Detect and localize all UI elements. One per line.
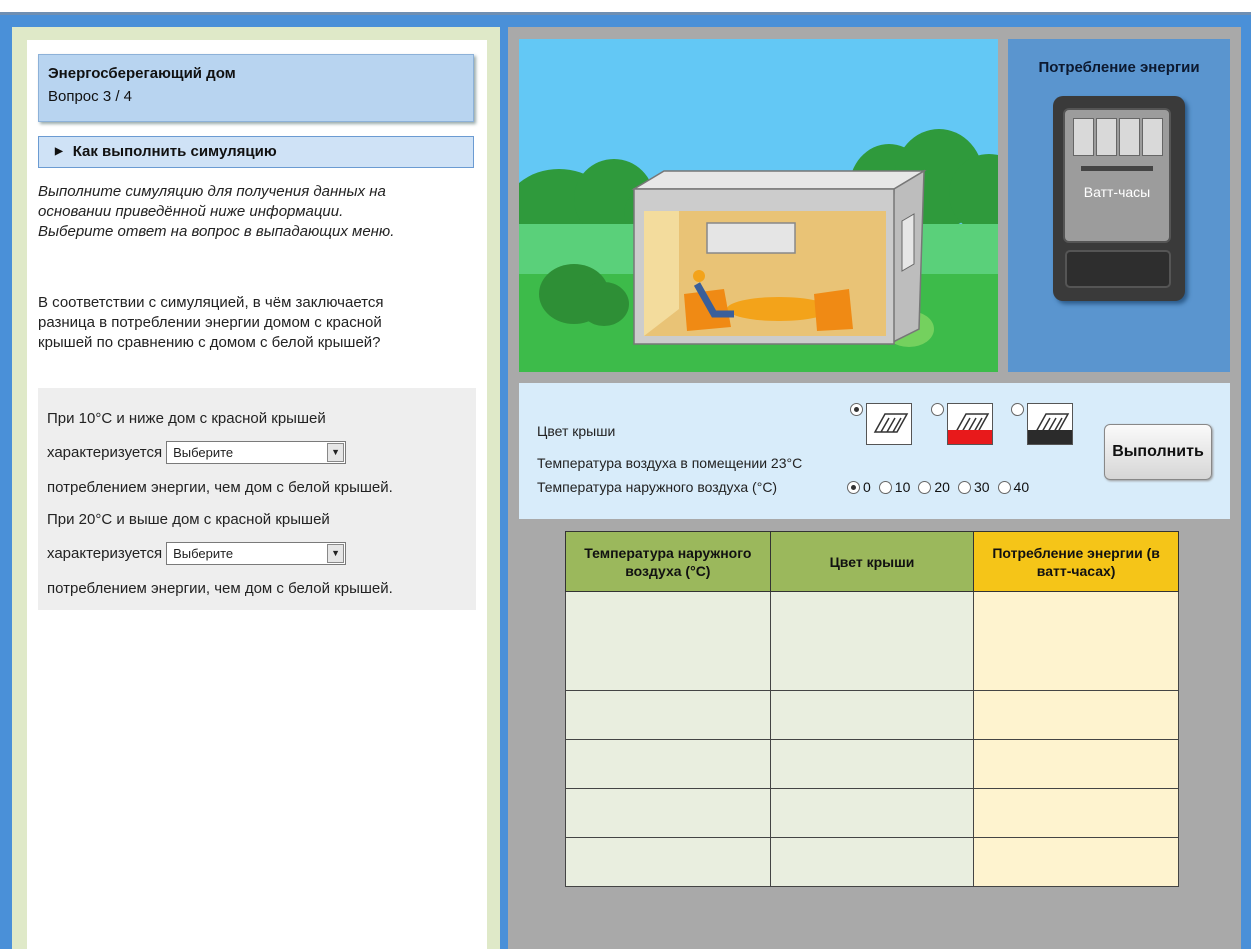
table-cell bbox=[769, 739, 975, 789]
instructions-line: Выполните симуляцию для получения данных… bbox=[38, 183, 386, 200]
table-cell bbox=[973, 788, 1179, 838]
answer-select-2[interactable]: Выберите ▼ bbox=[166, 542, 347, 565]
meter-bar bbox=[1081, 166, 1153, 171]
table-cell bbox=[769, 837, 975, 887]
temp-option-label: 40 bbox=[1013, 479, 1030, 495]
col-header-roof-color: Цвет крыши bbox=[769, 531, 975, 592]
table-row bbox=[565, 591, 1179, 691]
dropdown-arrow-icon[interactable]: ▼ bbox=[327, 443, 345, 462]
table-row bbox=[565, 788, 1179, 838]
simulation-controls: Цвет крыши Температура воздуха в помещен… bbox=[519, 383, 1230, 519]
temp-option-label: 20 bbox=[934, 479, 950, 495]
table-cell bbox=[565, 591, 771, 691]
table-header-row: Температура наружного воздуха (°C) Цвет … bbox=[565, 531, 1179, 592]
meter-digit bbox=[1073, 118, 1094, 156]
roof-option-white[interactable] bbox=[850, 403, 912, 445]
dropdown-arrow-icon[interactable]: ▼ bbox=[327, 544, 345, 563]
how-to-label: Как выполнить симуляцию bbox=[72, 143, 277, 160]
col-header-outdoor-temp: Температура наружного воздуха (°C) bbox=[565, 531, 771, 592]
meter-button bbox=[1065, 250, 1171, 288]
col-header-energy: Потребление энергии (в ватт-часах) bbox=[973, 531, 1179, 592]
table-cell bbox=[973, 690, 1179, 740]
table-cell bbox=[565, 788, 771, 838]
white-roof-icon[interactable] bbox=[866, 403, 912, 445]
answer-line: При 20°C и выше дом с красной крышей bbox=[47, 510, 330, 528]
table-row bbox=[565, 837, 1179, 887]
roof-color-label: Цвет крыши bbox=[537, 423, 616, 439]
instructions: Выполните симуляцию для получения данных… bbox=[38, 182, 474, 242]
answer-line: потреблением энергии, чем дом с белой кр… bbox=[47, 579, 393, 597]
table-cell bbox=[973, 739, 1179, 789]
answer-select-1[interactable]: Выберите ▼ bbox=[166, 441, 347, 464]
temp-option-label: 0 bbox=[863, 479, 871, 495]
roof-option-red[interactable] bbox=[931, 403, 993, 445]
roof-radio-black[interactable] bbox=[1011, 403, 1024, 416]
roof-option-black[interactable] bbox=[1011, 403, 1073, 445]
roof-radio-white[interactable] bbox=[850, 403, 863, 416]
instructions-line: основании приведённой ниже информации. bbox=[38, 203, 344, 220]
answer-text: характеризуется bbox=[47, 444, 163, 461]
question-line: крышей по сравнению с домом с белой крыш… bbox=[38, 334, 381, 351]
roof-sketch-icon bbox=[873, 413, 909, 433]
answer-box: При 10°C и ниже дом с красной крышей хар… bbox=[38, 388, 476, 610]
answer-text: характеризуется bbox=[47, 545, 163, 562]
red-roof-band bbox=[948, 430, 992, 444]
table-cell bbox=[769, 591, 975, 691]
temp-option-label: 10 bbox=[894, 479, 911, 495]
outdoor-temp-label: Температура наружного воздуха (°C) bbox=[537, 479, 778, 495]
select-value: Выберите bbox=[173, 546, 234, 561]
watt-hour-meter: Ватт-часы bbox=[1053, 96, 1185, 301]
select-value: Выберите bbox=[173, 445, 234, 460]
run-simulation-button[interactable]: Выполнить bbox=[1104, 424, 1212, 480]
question-line: В соответствии с симуляцией, в чём заклю… bbox=[38, 294, 384, 311]
table-cell bbox=[973, 591, 1179, 691]
temp-option-label: 30 bbox=[973, 479, 990, 495]
meter-digits bbox=[1073, 118, 1163, 156]
house-scene-illustration bbox=[519, 39, 998, 372]
question-counter: Вопрос 3 / 4 bbox=[48, 88, 133, 105]
answer-line: потреблением энергии, чем дом с белой кр… bbox=[47, 478, 393, 496]
task-title: Энергосберегающий дом bbox=[48, 65, 236, 82]
table-cell bbox=[565, 739, 771, 789]
meter-display: Ватт-часы bbox=[1063, 108, 1171, 243]
table-cell bbox=[565, 837, 771, 887]
black-roof-icon[interactable] bbox=[1027, 403, 1073, 445]
indoor-temp-label: Температура воздуха в помещении 23°C bbox=[537, 455, 803, 471]
outdoor-temp-options: 0 10 20 30 40 bbox=[847, 479, 1037, 495]
answer-line: характеризуется Выберите ▼ bbox=[47, 535, 467, 572]
energy-panel-title: Потребление энергии bbox=[1038, 59, 1200, 76]
triangle-right-icon: ▶ bbox=[55, 146, 63, 157]
table-cell bbox=[565, 690, 771, 740]
meter-digit bbox=[1119, 118, 1140, 156]
results-table: Температура наружного воздуха (°C) Цвет … bbox=[565, 531, 1179, 887]
temp-radio-20[interactable] bbox=[918, 480, 932, 494]
instructions-line: Выберите ответ на вопрос в выпадающих ме… bbox=[38, 223, 395, 240]
question-text: В соответствии с симуляцией, в чём заклю… bbox=[38, 293, 474, 353]
temp-radio-10[interactable] bbox=[878, 480, 892, 494]
temp-radio-30[interactable] bbox=[957, 480, 971, 494]
question-line: разница в потреблении энергии домом с кр… bbox=[38, 314, 382, 331]
table-cell bbox=[973, 837, 1179, 887]
answer-line: характеризуется Выберите ▼ bbox=[47, 434, 467, 471]
meter-digit bbox=[1142, 118, 1163, 156]
meter-digit bbox=[1096, 118, 1117, 156]
task-header: Энергосберегающий дом Вопрос 3 / 4 bbox=[38, 54, 474, 122]
temp-radio-0[interactable] bbox=[847, 480, 860, 494]
table-row bbox=[565, 739, 1179, 789]
how-to-toggle[interactable]: ▶ Как выполнить симуляцию bbox=[38, 136, 474, 168]
temp-radio-40[interactable] bbox=[997, 480, 1011, 494]
meter-unit-label: Ватт-часы bbox=[1083, 184, 1151, 200]
table-row bbox=[565, 690, 1179, 740]
roof-radio-red[interactable] bbox=[931, 403, 944, 416]
red-roof-icon[interactable] bbox=[947, 403, 993, 445]
answer-line: При 10°C и ниже дом с красной крышей bbox=[47, 409, 326, 427]
table-cell bbox=[769, 788, 975, 838]
table-cell bbox=[769, 690, 975, 740]
energy-consumption-panel: Потребление энергии Ватт-часы bbox=[1008, 39, 1230, 372]
black-roof-band bbox=[1028, 430, 1072, 444]
